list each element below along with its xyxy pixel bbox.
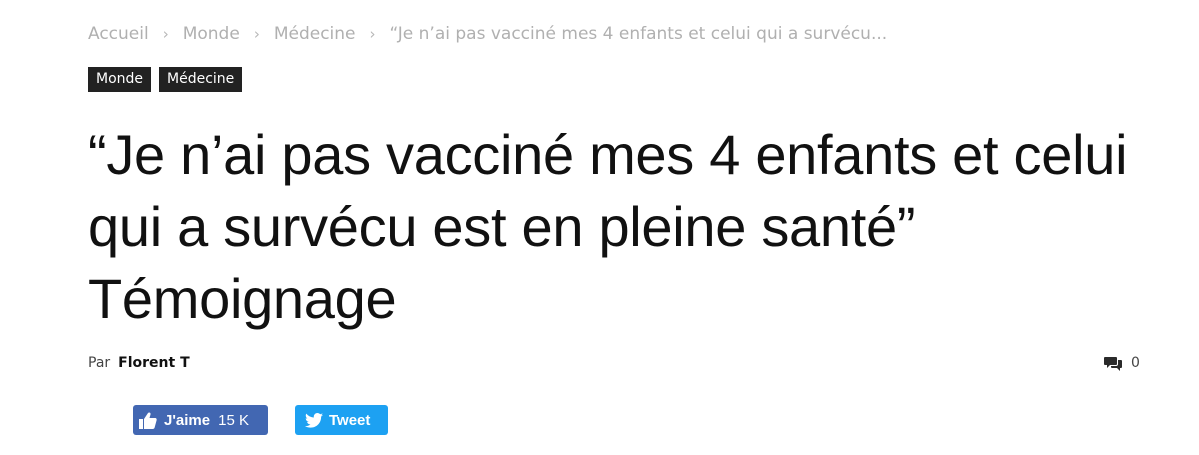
tweet-label: Tweet <box>329 411 371 429</box>
breadcrumb-current: “Je n’ai pas vacciné mes 4 enfants et ce… <box>389 24 888 44</box>
author-name[interactable]: Florent T <box>118 355 189 371</box>
breadcrumb-separator: › <box>253 25 260 43</box>
breadcrumb-item-medecine[interactable]: Médecine <box>274 24 356 44</box>
thumbs-up-icon <box>139 412 157 429</box>
facebook-like-button[interactable]: J'aime 15 K <box>133 405 268 435</box>
like-count: 15 K <box>218 411 249 429</box>
breadcrumb-item-home[interactable]: Accueil <box>88 24 149 44</box>
tag-medecine[interactable]: Médecine <box>159 67 243 92</box>
tag-monde[interactable]: Monde <box>88 67 152 92</box>
tweet-button[interactable]: Tweet <box>295 405 388 435</box>
author-line: Par Florent T <box>88 355 190 371</box>
comments-link[interactable]: 0 <box>1104 355 1140 371</box>
like-label: J'aime <box>164 411 211 429</box>
article-title: “Je n’ai pas vacciné mes 4 enfants et ce… <box>88 123 1128 330</box>
breadcrumb-item-monde[interactable]: Monde <box>183 24 240 44</box>
breadcrumb-separator: › <box>162 25 169 43</box>
breadcrumb-separator: › <box>369 25 376 43</box>
category-tags: Monde Médecine <box>88 67 243 92</box>
comment-count: 0 <box>1131 355 1140 371</box>
twitter-bird-icon <box>305 412 323 428</box>
share-buttons: J'aime 15 K Tweet <box>133 405 388 435</box>
comments-icon <box>1104 356 1131 371</box>
breadcrumb: Accueil › Monde › Médecine › “Je n’ai pa… <box>88 24 887 44</box>
by-label: Par <box>88 355 111 371</box>
